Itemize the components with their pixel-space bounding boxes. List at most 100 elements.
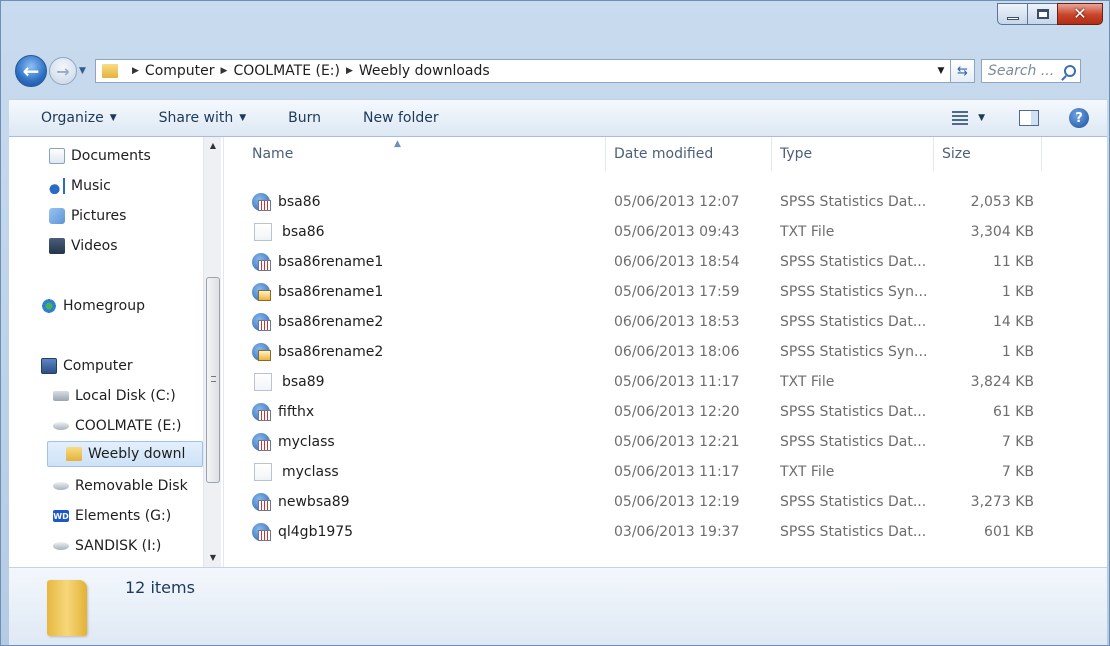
breadcrumb-weebly-downloads[interactable]: Weebly downloads: [359, 63, 490, 79]
table-row[interactable]: newbsa89 05/06/2013 12:19 SPSS Statistics …: [224, 487, 1108, 517]
sidebar-item-label: Computer: [63, 358, 133, 374]
navigation-pane: Documents Music Pictures Videos Homegrou…: [9, 137, 223, 567]
column-header-date-modified[interactable]: Date modified: [606, 137, 772, 171]
scroll-down-icon[interactable]: ▼: [204, 549, 222, 567]
sidebar-item-removable-disk[interactable]: Removable Disk: [53, 473, 188, 499]
sidebar-item-documents[interactable]: Documents: [49, 143, 151, 169]
breadcrumb-computer[interactable]: Computer: [145, 63, 215, 79]
file-name-cell[interactable]: bsa86rename1: [252, 277, 383, 307]
back-button[interactable]: ←: [15, 55, 47, 87]
table-row[interactable]: bsa86rename2 06/06/2013 18:53 SPSS Statist…: [224, 307, 1108, 337]
file-name-cell[interactable]: ql4gb1975: [252, 517, 353, 547]
file-size: 3,273 KB: [970, 494, 1034, 510]
sidebar-item-music[interactable]: Music: [49, 173, 111, 199]
sidebar-item-pictures[interactable]: Pictures: [49, 203, 126, 229]
help-icon[interactable]: ?: [1069, 108, 1089, 128]
breadcrumb-chevron-icon[interactable]: ▶: [346, 66, 353, 76]
minimize-button[interactable]: [997, 3, 1027, 25]
pictures-icon: [49, 208, 65, 224]
table-row[interactable]: fifthx 05/06/2013 12:20 SPSS Statistics Da…: [224, 397, 1108, 427]
change-view-icon[interactable]: [952, 111, 969, 125]
file-name-cell[interactable]: bsa86rename1: [252, 247, 383, 277]
file-name-cell[interactable]: bsa89: [252, 367, 325, 397]
sidebar-item-computer[interactable]: Computer: [41, 353, 133, 379]
scrollbar-thumb[interactable]: [206, 277, 220, 483]
sidebar-item-weebly-downloads[interactable]: Weebly downl: [47, 441, 203, 467]
file-name-cell[interactable]: fifthx: [252, 397, 314, 427]
table-row[interactable]: bsa86 05/06/2013 12:07 SPSS Statistics Dat…: [224, 187, 1108, 217]
search-input[interactable]: Search ...: [981, 59, 1081, 83]
file-date: 05/06/2013 17:59: [614, 284, 740, 300]
sidebar-item-videos[interactable]: Videos: [49, 233, 118, 259]
view-options-chevron-icon[interactable]: ▼: [978, 113, 985, 123]
scroll-up-icon[interactable]: ▲: [204, 137, 222, 155]
file-name: fifthx: [278, 404, 315, 420]
file-date: 05/06/2013 11:17: [614, 374, 740, 390]
recent-pages-dropdown[interactable]: ▼: [79, 66, 91, 76]
file-name: bsa86rename2: [278, 344, 384, 360]
file-name-cell[interactable]: bsa86: [252, 217, 325, 247]
file-name-cell[interactable]: myclass: [252, 457, 339, 487]
address-dropdown-icon[interactable]: ▼: [932, 66, 950, 76]
file-name-cell[interactable]: newbsa89: [252, 487, 350, 517]
close-button[interactable]: ✕: [1057, 3, 1103, 25]
sidebar-item-homegroup[interactable]: Homegroup: [41, 293, 145, 319]
table-row[interactable]: myclass 05/06/2013 12:21 SPSS Statistics D…: [224, 427, 1108, 457]
organize-button[interactable]: Organize ▼: [41, 110, 117, 126]
table-row[interactable]: bsa89 05/06/2013 11:17 TXT File 3,824 KB: [224, 367, 1108, 397]
file-date: 05/06/2013 12:19: [614, 494, 740, 510]
view-controls: ▼ ?: [952, 108, 1089, 128]
close-icon: ✕: [1073, 4, 1087, 23]
sidebar-item-label: Homegroup: [63, 298, 146, 314]
table-row[interactable]: bsa86rename1 05/06/2013 17:59 SPSS Statist…: [224, 277, 1108, 307]
column-header-size[interactable]: Size: [934, 137, 1042, 171]
table-row[interactable]: bsa86rename1 06/06/2013 18:54 SPSS Statist…: [224, 247, 1108, 277]
organize-label: Organize: [41, 110, 104, 126]
file-date: 05/06/2013 12:20: [614, 404, 740, 420]
breadcrumb-chevron-icon[interactable]: ▶: [221, 66, 228, 76]
file-name-cell[interactable]: myclass: [252, 427, 335, 457]
maximize-icon: [1036, 9, 1049, 19]
file-name-cell[interactable]: bsa86rename2: [252, 337, 383, 367]
file-type: SPSS Statistics Dat...: [780, 524, 927, 540]
forward-button[interactable]: →: [49, 57, 77, 85]
file-type: TXT File: [780, 374, 835, 390]
file-size: 1 KB: [1001, 284, 1034, 300]
folder-icon: [47, 580, 87, 636]
sidebar-item-local-disk[interactable]: Local Disk (C:): [53, 383, 176, 409]
sidebar-item-elements[interactable]: WD Elements (G:): [53, 503, 171, 529]
folder-icon: [102, 64, 118, 78]
file-name-cell[interactable]: bsa86rename2: [252, 307, 383, 337]
column-header-name[interactable]: Name ▲: [244, 137, 606, 171]
file-type: SPSS Statistics Dat...: [780, 314, 927, 330]
local-disk-icon: [53, 391, 69, 401]
preview-pane-icon[interactable]: [1019, 110, 1039, 126]
file-date: 05/06/2013 12:21: [614, 434, 740, 450]
burn-button[interactable]: Burn: [288, 110, 321, 126]
documents-icon: [49, 148, 65, 164]
sidebar-item-sandisk[interactable]: SANDISK (I:): [53, 533, 161, 559]
item-count: 12 items: [125, 578, 195, 597]
table-row[interactable]: myclass 05/06/2013 11:17 TXT File 7 KB: [224, 457, 1108, 487]
sidebar-item-coolmate[interactable]: COOLMATE (E:): [53, 413, 182, 439]
file-name: myclass: [278, 434, 335, 450]
file-name: newbsa89: [278, 494, 350, 510]
spss-data-icon: [252, 523, 271, 541]
search-icon[interactable]: [1064, 65, 1076, 77]
file-date: 05/06/2013 11:17: [614, 464, 740, 480]
table-row[interactable]: bsa86 05/06/2013 09:43 TXT File 3,304 KB: [224, 217, 1108, 247]
new-folder-button[interactable]: New folder: [363, 110, 439, 126]
file-size: 14 KB: [992, 314, 1034, 330]
table-row[interactable]: bsa86rename2 06/06/2013 18:06 SPSS Statist…: [224, 337, 1108, 367]
breadcrumb-coolmate[interactable]: COOLMATE (E:): [233, 63, 340, 79]
table-row[interactable]: ql4gb1975 03/06/2013 19:37 SPSS Statistics…: [224, 517, 1108, 547]
file-name-cell[interactable]: bsa86: [252, 187, 321, 217]
navigation-scrollbar[interactable]: ▲ ▼: [203, 137, 221, 567]
breadcrumb-chevron-icon[interactable]: ▶: [132, 66, 139, 76]
file-date: 05/06/2013 09:43: [614, 224, 740, 240]
refresh-button[interactable]: ⇆: [951, 59, 975, 83]
column-header-type[interactable]: Type: [772, 137, 934, 171]
share-with-button[interactable]: Share with ▼: [159, 110, 246, 126]
maximize-button[interactable]: [1027, 3, 1057, 25]
address-bar[interactable]: ▶ Computer ▶ COOLMATE (E:) ▶ Weebly down…: [95, 59, 951, 83]
